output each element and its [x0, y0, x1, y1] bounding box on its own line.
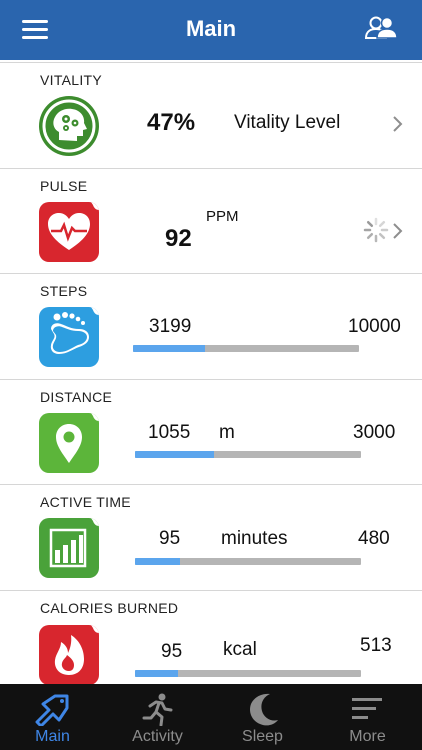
pulse-unit: PPM: [206, 208, 239, 225]
steps-progress-fill: [133, 345, 206, 352]
active-time-progress-fill: [135, 558, 181, 565]
distance-value: 1055: [148, 422, 191, 443]
tab-activity-label: Activity: [132, 728, 183, 745]
tab-activity[interactable]: Activity: [105, 684, 210, 750]
calories-unit: kcal: [223, 639, 257, 660]
pulse-value: 92: [165, 225, 192, 252]
distance-goal: 3000: [353, 422, 396, 443]
steps-label: STEPS: [40, 283, 88, 299]
pulse-card[interactable]: PULSE 92 PPM: [0, 168, 422, 274]
running-icon: [142, 693, 173, 726]
calories-progress-fill: [135, 670, 178, 677]
steps-progress-bar: [133, 345, 359, 352]
tab-main[interactable]: Main: [0, 684, 105, 750]
active-time-goal: 480: [358, 528, 390, 549]
active-time-unit: minutes: [221, 528, 288, 549]
steps-value: 3199: [149, 316, 192, 337]
moon-icon: [250, 693, 278, 726]
distance-progress-fill: [135, 451, 215, 458]
users-icon: [364, 16, 398, 39]
vitality-card[interactable]: VITALITY 47% Vitality Level: [0, 62, 422, 168]
steps-card[interactable]: STEPS 3199 10000: [0, 273, 422, 379]
footprint-icon: [39, 307, 99, 367]
brain-gears-icon: [39, 96, 99, 156]
distance-card[interactable]: DISTANCE 1055 m 3000: [0, 379, 422, 485]
tab-more-label: More: [349, 728, 386, 745]
distance-unit: m: [219, 422, 235, 443]
tab-bar: Main Activity Sleep More: [0, 684, 422, 750]
calories-card[interactable]: CALORIES BURNED 95 kcal 513: [0, 590, 422, 685]
tab-more[interactable]: More: [315, 684, 420, 750]
navigation-bar: Main: [0, 0, 422, 60]
chevron-right-icon: [393, 116, 403, 132]
distance-progress-bar: [135, 451, 361, 458]
chevron-right-icon: [393, 223, 403, 239]
calories-label: CALORIES BURNED: [40, 600, 179, 616]
calories-goal: 513: [360, 635, 392, 656]
calories-value: 95: [161, 641, 183, 662]
group-button[interactable]: [364, 14, 400, 44]
flame-icon: [39, 625, 99, 685]
distance-label: DISTANCE: [40, 389, 113, 405]
steps-goal: 10000: [348, 316, 401, 337]
pulse-label: PULSE: [40, 178, 88, 194]
heart-pulse-icon: [39, 202, 99, 262]
bar-chart-icon: [39, 518, 99, 578]
tab-main-label: Main: [35, 728, 70, 745]
main-icon: [35, 694, 69, 726]
active-time-value: 95: [159, 528, 181, 549]
more-icon: [352, 698, 382, 719]
vitality-value: 47%: [147, 109, 196, 136]
active-time-label: ACTIVE TIME: [40, 494, 131, 510]
loading-spinner-icon: [363, 217, 389, 243]
active-time-progress-bar: [135, 558, 361, 565]
tab-sleep-label: Sleep: [242, 728, 283, 745]
map-pin-icon: [39, 413, 99, 473]
tab-sleep[interactable]: Sleep: [210, 684, 315, 750]
page-title: Main: [185, 16, 237, 41]
active-time-card[interactable]: ACTIVE TIME 95 minutes 480: [0, 484, 422, 590]
vitality-label: VITALITY: [40, 72, 103, 88]
calories-progress-bar: [135, 670, 361, 677]
vitality-caption: Vitality Level: [234, 112, 341, 133]
